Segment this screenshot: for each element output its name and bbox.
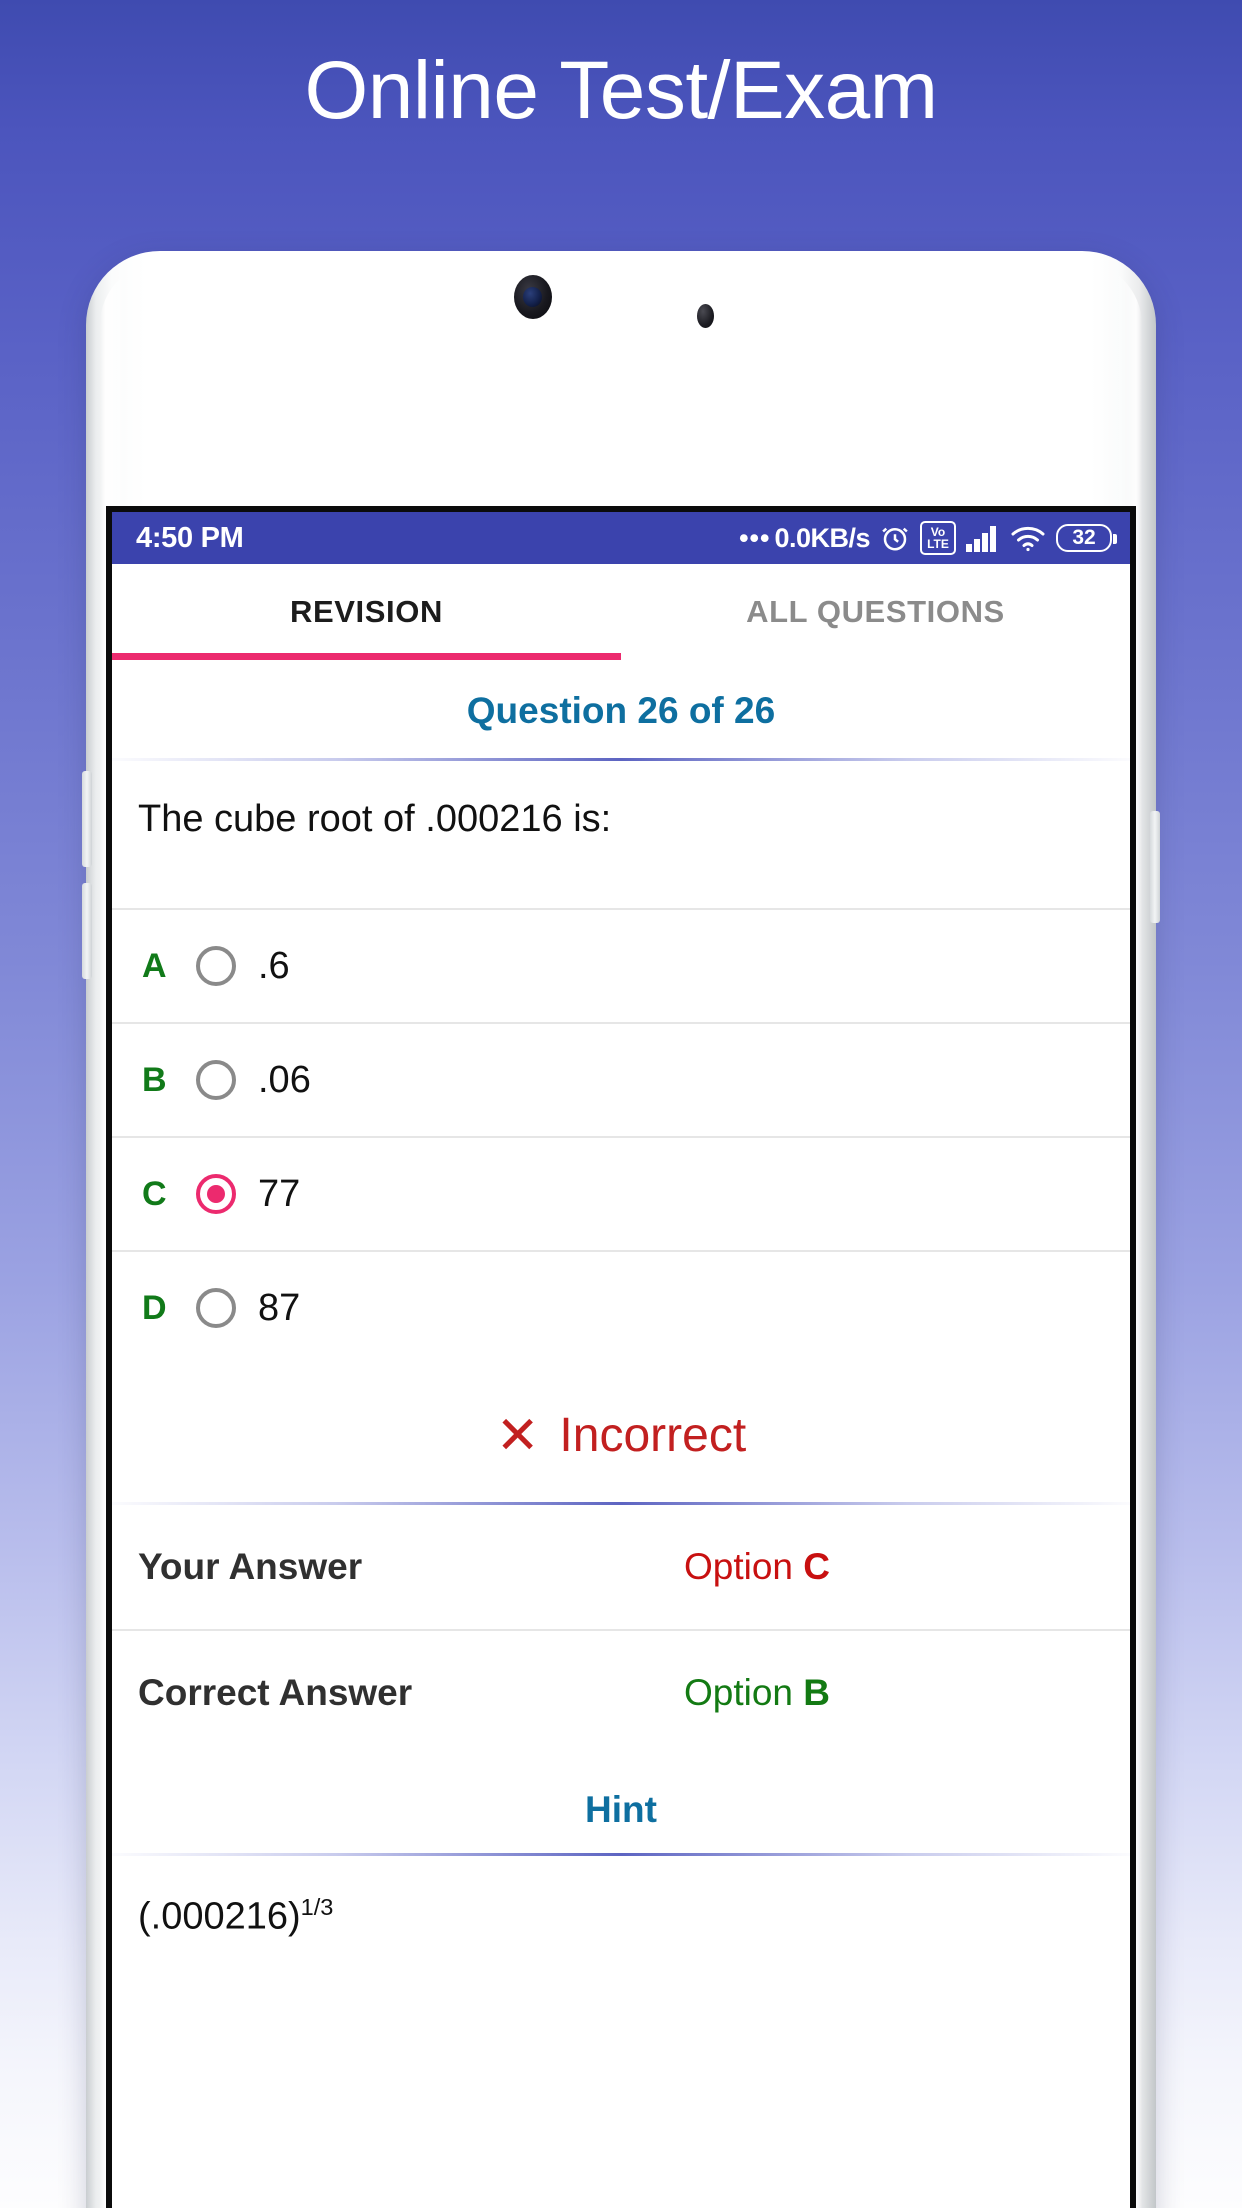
volume-down-button[interactable] — [82, 883, 92, 979]
network-speed-value: 0.0KB/s — [774, 522, 870, 553]
your-answer-row: Your Answer Option C — [112, 1505, 1130, 1630]
volume-up-button[interactable] — [82, 771, 92, 867]
option-text: .06 — [258, 1058, 311, 1101]
overflow-dots-icon: ••• — [739, 522, 771, 553]
option-row-c[interactable]: C 77 — [112, 1138, 1130, 1251]
option-letter: D — [142, 1288, 167, 1327]
option-text: 87 — [258, 1286, 301, 1329]
tab-revision[interactable]: REVISION — [112, 564, 621, 660]
radio-button-d[interactable] — [196, 1288, 236, 1329]
option-letter: A — [142, 946, 167, 985]
option-row-d[interactable]: D 87 — [112, 1252, 1130, 1365]
question-text: The cube root of .000216 is: — [112, 761, 1130, 909]
tab-active-indicator — [112, 653, 621, 660]
app-screen: 4:50 PM ••• 0.0KB/s Vo LTE 32 REVISION A… — [112, 512, 1130, 2208]
screen-frame: 4:50 PM ••• 0.0KB/s Vo LTE 32 REVISION A… — [106, 506, 1136, 2208]
option-row-a[interactable]: A .6 — [112, 910, 1130, 1023]
option-text: 77 — [258, 1172, 301, 1215]
correct-answer-value: Option B — [684, 1672, 1104, 1714]
cross-icon: ✕ — [495, 1407, 540, 1466]
hint-exponent: 1/3 — [300, 1894, 334, 1921]
network-speed-indicator: ••• 0.0KB/s — [739, 523, 870, 554]
correct-answer-prefix: Option — [684, 1672, 804, 1714]
radio-button-b[interactable] — [196, 1060, 236, 1101]
verdict-banner: ✕ Incorrect — [112, 1364, 1130, 1503]
tab-all-questions[interactable]: ALL QUESTIONS — [621, 564, 1130, 660]
promo-screenshot: Online Test/Exam 4:50 PM ••• 0.0KB/s Vo … — [0, 0, 1242, 2208]
option-letter: C — [142, 1174, 167, 1213]
your-answer-label: Your Answer — [138, 1546, 363, 1588]
radio-button-a[interactable] — [196, 946, 236, 987]
battery-indicator: 32 — [1056, 524, 1117, 552]
power-button[interactable] — [1150, 811, 1160, 923]
promo-title: Online Test/Exam — [304, 45, 938, 136]
verdict-label: Incorrect — [559, 1409, 747, 1463]
correct-answer-row: Correct Answer Option B — [112, 1631, 1130, 1756]
option-letter: B — [142, 1060, 167, 1099]
correct-answer-option: B — [803, 1672, 831, 1714]
option-text: .6 — [258, 944, 290, 987]
your-answer-option: C — [803, 1546, 831, 1588]
hint-body: (.000216)1/3 — [112, 1856, 1130, 1980]
hint-base: (.000216) — [138, 1896, 301, 1939]
status-icons: ••• 0.0KB/s Vo LTE 32 — [739, 521, 1117, 555]
question-counter: Question 26 of 26 — [112, 660, 1130, 758]
status-time: 4:50 PM — [136, 521, 244, 554]
status-bar: 4:50 PM ••• 0.0KB/s Vo LTE 32 — [112, 512, 1130, 564]
hint-title: Hint — [112, 1755, 1130, 1854]
tab-bar: REVISION ALL QUESTIONS — [112, 564, 1130, 660]
option-row-b[interactable]: B .06 — [112, 1024, 1130, 1137]
your-answer-prefix: Option — [684, 1546, 804, 1588]
phone-mockup: 4:50 PM ••• 0.0KB/s Vo LTE 32 REVISION A… — [82, 251, 1160, 2208]
alarm-clock-icon — [880, 523, 910, 553]
correct-answer-label: Correct Answer — [138, 1672, 413, 1714]
volte-icon: Vo LTE — [920, 521, 956, 555]
proximity-sensor-icon — [697, 304, 714, 328]
front-camera-icon — [514, 275, 552, 319]
radio-button-c[interactable] — [196, 1174, 236, 1215]
your-answer-value: Option C — [684, 1546, 1104, 1588]
signal-bars-icon — [966, 524, 1000, 552]
wifi-icon — [1010, 524, 1046, 552]
